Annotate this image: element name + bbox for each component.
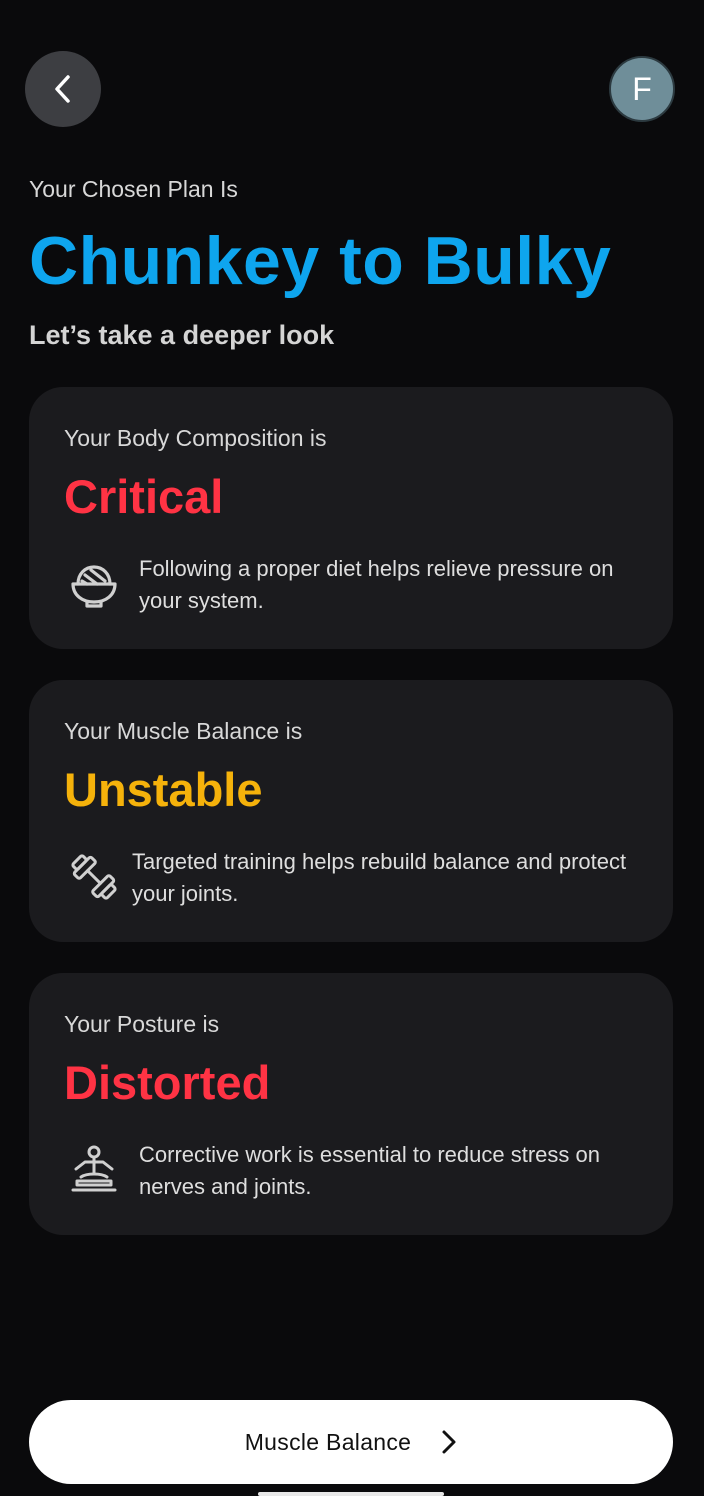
avatar[interactable]: F [609, 56, 675, 122]
plan-subtitle: Let’s take a deeper look [29, 320, 335, 350]
card-label: Your Muscle Balance is [64, 718, 303, 744]
cta-label: Muscle Balance [244, 1428, 412, 1455]
back-button[interactable] [25, 51, 101, 127]
card-label: Your Body Composition is [64, 425, 327, 451]
avatar-initial: F [632, 70, 652, 107]
home-indicator [258, 1492, 444, 1496]
card-status: Distorted [64, 1056, 271, 1109]
chevron-right-icon [442, 1430, 456, 1454]
card-status: Unstable [64, 763, 263, 816]
plan-summary-screen: F Your Chosen Plan Is Chunkey to Bulky L… [0, 0, 704, 1496]
meditation-icon [65, 1141, 123, 1199]
plan-eyebrow: Your Chosen Plan Is [29, 176, 238, 202]
muscle-balance-card: Your Muscle Balance is Unstable Targeted… [29, 680, 673, 942]
dumbbell-icon [65, 848, 123, 906]
food-bowl-icon [65, 555, 123, 613]
card-description: Following a proper diet helps relieve pr… [139, 556, 614, 613]
muscle-balance-button[interactable]: Muscle Balance [29, 1400, 673, 1484]
chevron-left-icon [55, 75, 70, 103]
card-label: Your Posture is [64, 1011, 220, 1037]
card-status: Critical [64, 470, 224, 523]
plan-title: Chunkey to Bulky [29, 223, 612, 299]
posture-card: Your Posture is Distorted Corrective wor… [29, 973, 673, 1235]
card-description: Targeted training helps rebuild balance … [132, 849, 627, 906]
body-composition-card: Your Body Composition is Critical Follow… [29, 387, 673, 649]
card-description: Corrective work is essential to reduce s… [139, 1142, 600, 1199]
